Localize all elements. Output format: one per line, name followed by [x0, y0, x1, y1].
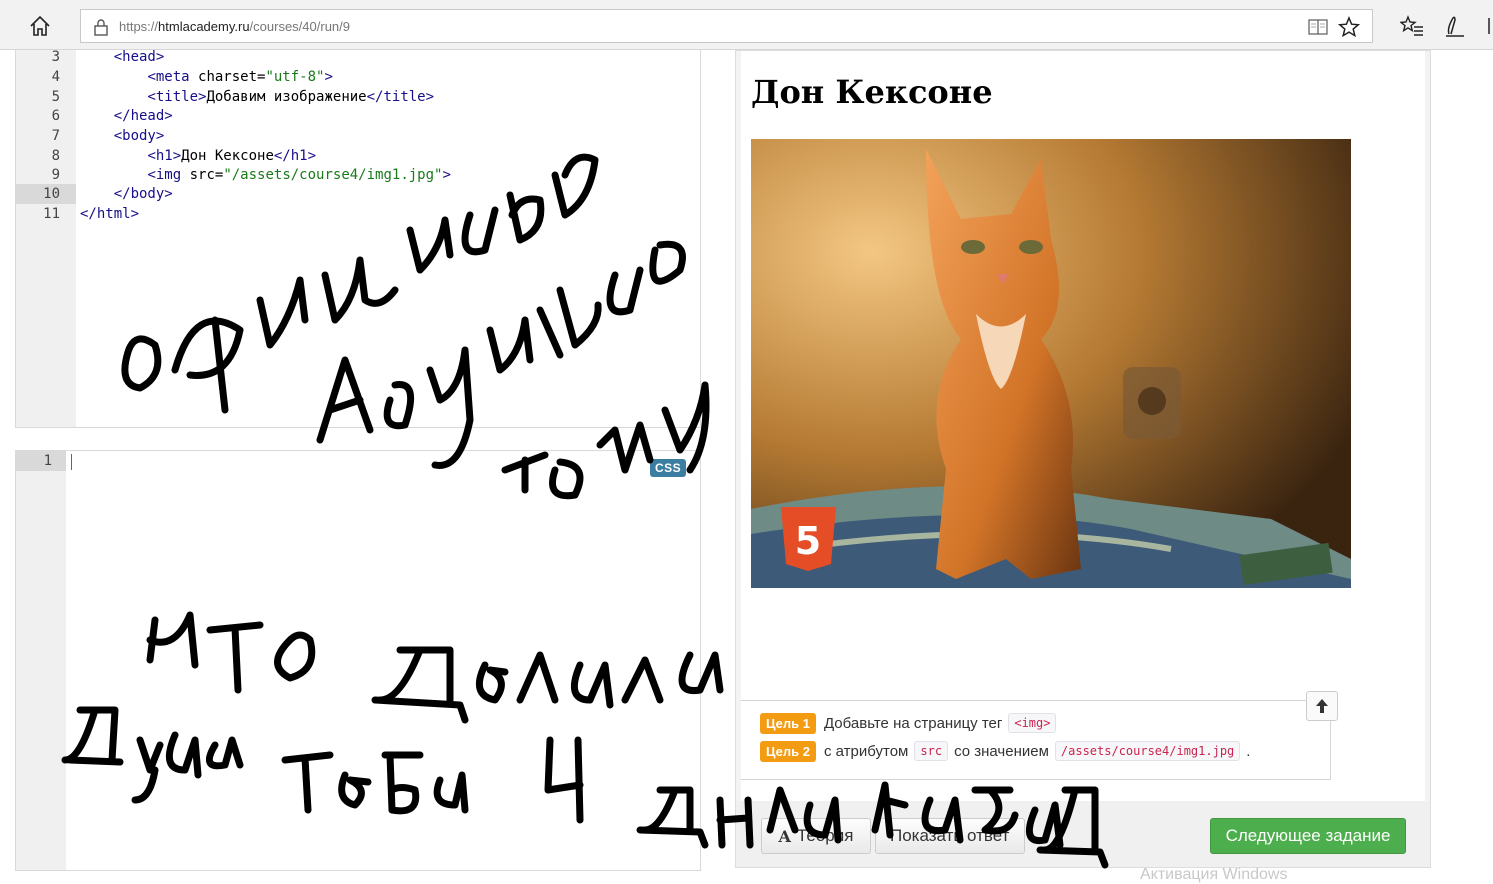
code-line[interactable]: </body>: [80, 184, 173, 204]
cat-photo: 5: [751, 139, 1351, 588]
code-token: <meta: [147, 69, 190, 85]
show-answer-label: Показать ответ: [890, 826, 1010, 845]
code-token: </h1>: [273, 148, 317, 164]
html5-logo: 5: [781, 507, 836, 571]
lock-icon: [94, 19, 108, 36]
code-line[interactable]: <meta charset="utf-8">: [80, 67, 333, 87]
code-token: >: [442, 167, 451, 183]
windows-activation-watermark: Активация Windows: [1140, 866, 1288, 883]
line-number-active: 10: [16, 184, 76, 204]
preview-frame: Дон Кексоне 5: [741, 51, 1425, 801]
line-number: 9: [51, 167, 60, 183]
code-line[interactable]: <head>: [80, 50, 165, 67]
goal-text: .: [1246, 742, 1251, 760]
pen-icon[interactable]: [1443, 14, 1467, 38]
url-prefix: https://: [119, 19, 159, 34]
favorites-list-icon[interactable]: [1400, 15, 1424, 37]
html-code-editor[interactable]: 3 4 5 6 7 8 9 10 11 <head> <meta charset…: [15, 50, 701, 428]
code-line[interactable]: <img src="/assets/course4/img1.jpg">: [80, 165, 451, 185]
code-token: <h1>: [147, 148, 182, 164]
theory-icon: A: [778, 826, 791, 846]
goal-tag: Цель 1: [760, 712, 816, 734]
favorite-star-icon[interactable]: [1338, 16, 1360, 38]
url-path: /courses/40/run/9: [249, 19, 350, 34]
code-line[interactable]: <body>: [80, 126, 165, 146]
next-task-label: Следующее задание: [1225, 826, 1391, 845]
code-token: </head>: [113, 108, 173, 124]
goal-tag: Цель 2: [760, 740, 816, 762]
browser-toolbar: https://htmlacademy.ru/courses/40/run/9: [0, 0, 1493, 50]
line-number: 11: [43, 206, 60, 222]
css-code-editor[interactable]: 1 CSS: [15, 450, 701, 871]
code-token: </html>: [80, 206, 140, 222]
line-number: 6: [51, 108, 60, 124]
line-number: 7: [51, 128, 60, 144]
code-token: "utf-8": [265, 69, 325, 85]
html5-badge-text: 5: [795, 519, 821, 563]
code-token: </body>: [113, 186, 173, 202]
code-line[interactable]: <title>Добавим изображение</title>: [80, 87, 434, 107]
more-icon[interactable]: [1484, 14, 1493, 38]
line-number: 4: [51, 69, 60, 85]
action-bar: A Теория Показать ответ Следующее задани…: [736, 801, 1430, 867]
text-cursor: [71, 454, 72, 470]
address-bar[interactable]: https://htmlacademy.ru/courses/40/run/9: [80, 9, 1373, 43]
code-token: Добавим изображение: [206, 89, 367, 105]
goal-text: с атрибутом: [823, 742, 909, 760]
code-line[interactable]: </head>: [80, 106, 173, 126]
code-line[interactable]: </html>: [80, 204, 139, 224]
goal-code: /assets/course4/img1.jpg: [1054, 741, 1241, 761]
url-host: htmlacademy.ru: [158, 19, 250, 34]
goal-code: <img>: [1008, 713, 1057, 733]
line-number: 5: [51, 89, 60, 105]
theory-button[interactable]: A Теория: [761, 818, 871, 854]
collapse-goals-button[interactable]: [1306, 691, 1338, 721]
code-token: >: [324, 69, 333, 85]
line-number-active: 1: [16, 451, 66, 471]
preview-heading: Дон Кексоне: [751, 73, 993, 111]
goal-row: Цель 1 Добавьте на страницу тег <img>: [760, 712, 1062, 734]
code-token: </title>: [366, 89, 435, 105]
url-text[interactable]: https://htmlacademy.ru/courses/40/run/9: [119, 19, 350, 34]
code-token: <body>: [113, 128, 165, 144]
arrow-up-icon: [1316, 699, 1328, 713]
code-token: "/assets/course4/img1.jpg": [223, 167, 443, 183]
line-number: 8: [51, 148, 60, 164]
line-number: 3: [51, 50, 60, 65]
goal-row: Цель 2 с атрибутом src со значением /ass…: [760, 740, 1250, 762]
code-token: <head>: [113, 50, 165, 65]
css-badge: CSS: [650, 459, 687, 477]
line-number-gutter: [16, 451, 66, 870]
code-token: <img: [147, 167, 182, 183]
goal-text: Добавьте на страницу тег: [823, 714, 1003, 732]
theory-label: Теория: [796, 826, 854, 845]
code-line[interactable]: <h1>Дон Кексоне</h1>: [80, 146, 316, 166]
goal-code: src: [914, 741, 949, 761]
code-token: Дон Кексоне: [181, 148, 274, 164]
reading-view-icon[interactable]: [1308, 18, 1328, 36]
code-token: <title>: [147, 89, 207, 105]
code-token: src=: [181, 167, 224, 183]
goal-text: со значением: [954, 742, 1049, 760]
code-token: charset=: [189, 69, 266, 85]
show-answer-button[interactable]: Показать ответ: [875, 818, 1025, 854]
home-icon[interactable]: [27, 13, 53, 39]
next-task-button[interactable]: Следующее задание: [1210, 818, 1406, 854]
goals-panel: Цель 1 Добавьте на страницу тег <img> Це…: [741, 700, 1331, 780]
preview-panel: Дон Кексоне 5 Цель 1 Добавьте на страниц…: [735, 50, 1431, 868]
